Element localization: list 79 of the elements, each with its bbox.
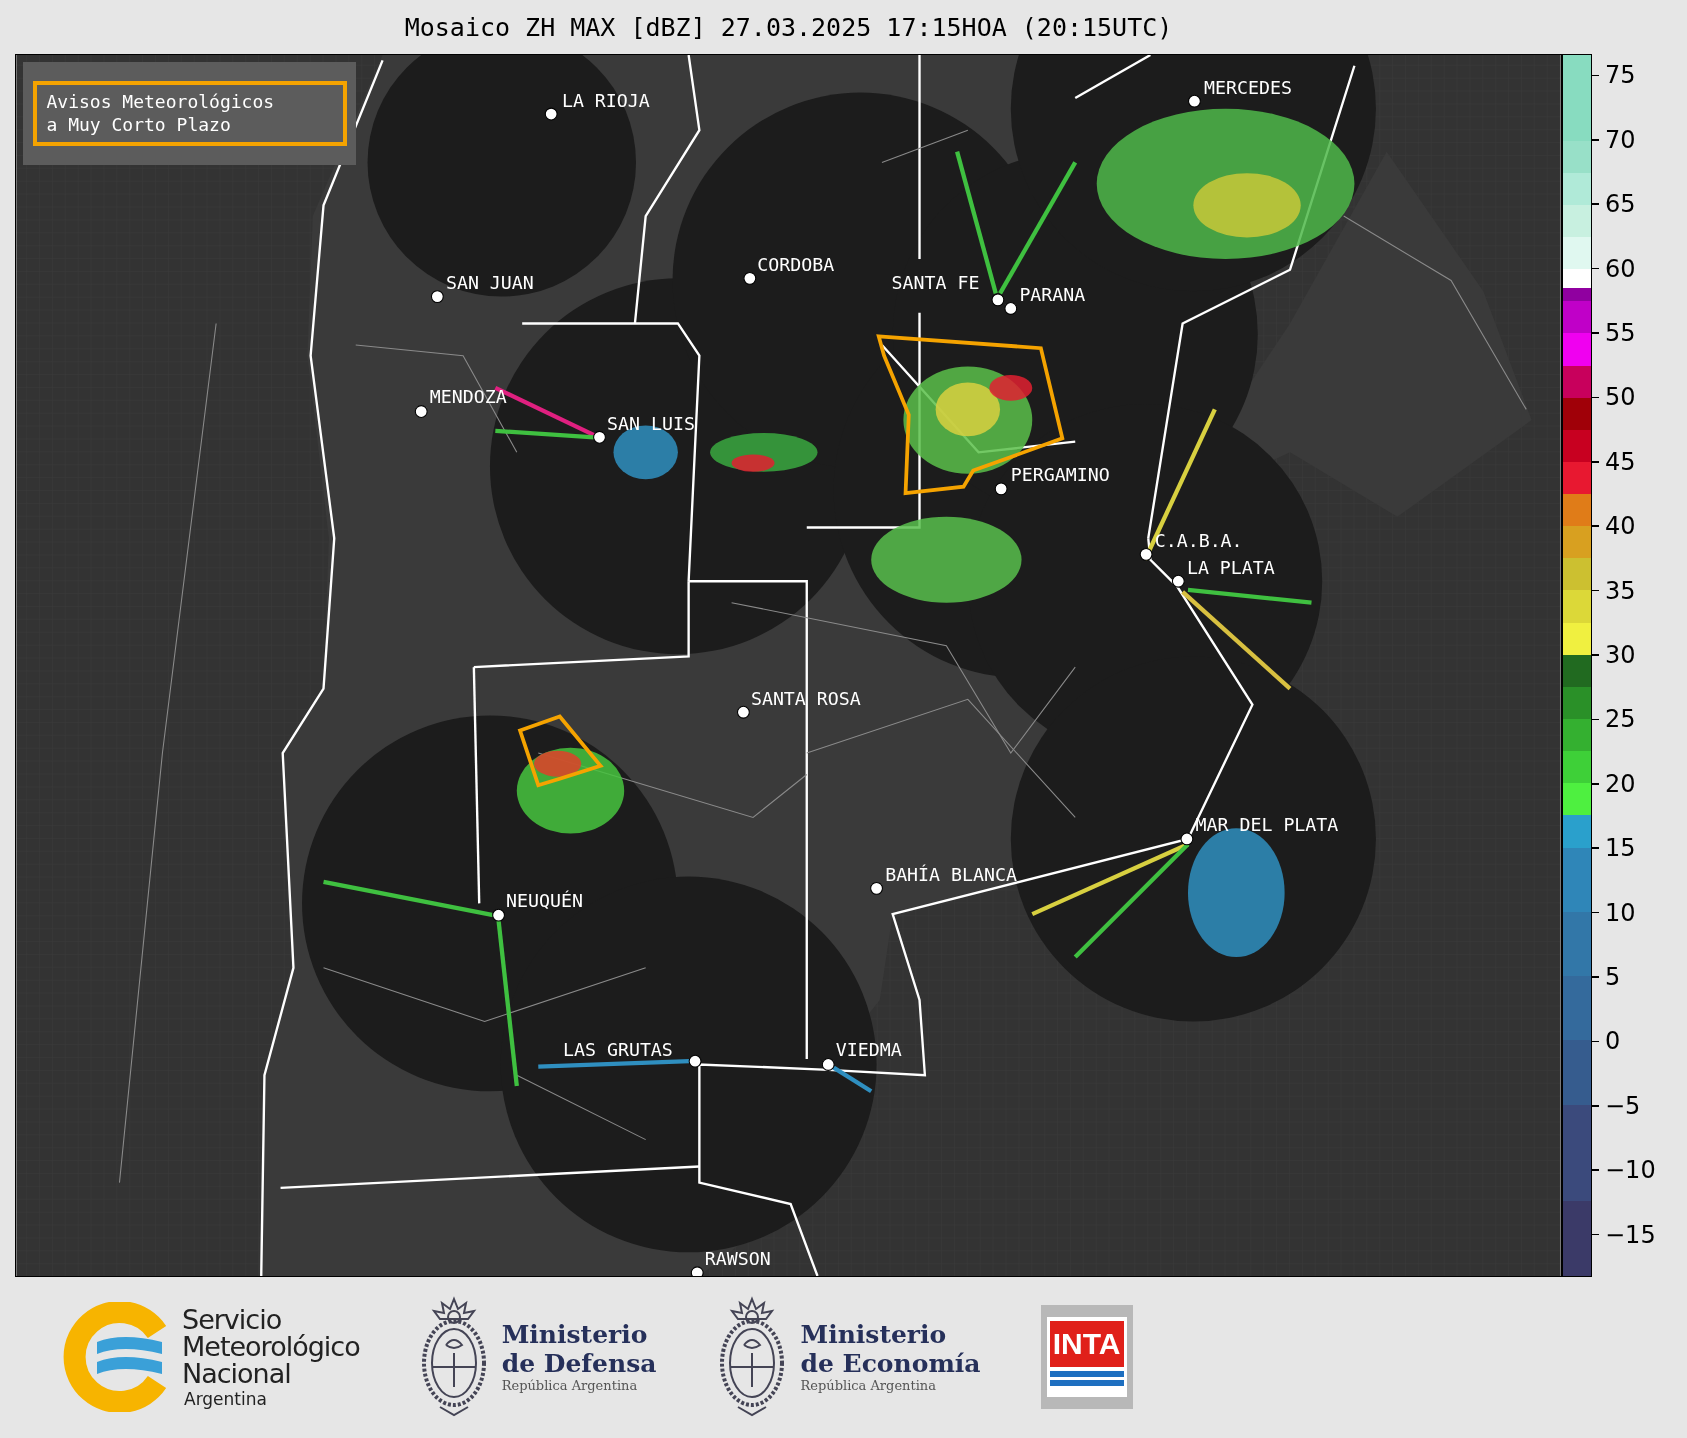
city-label: RAWSON xyxy=(704,1248,771,1270)
city-marker xyxy=(1188,94,1201,108)
scale-label: 75 xyxy=(1605,61,1636,90)
city-label: BAHÍA BLANCA xyxy=(885,863,1017,885)
scale-label: 20 xyxy=(1605,769,1636,798)
tick-mark xyxy=(1592,267,1599,270)
scale-label: 35 xyxy=(1605,576,1636,605)
tick-mark xyxy=(1592,911,1599,914)
scale-label: 15 xyxy=(1605,834,1636,863)
tick-mark xyxy=(1592,1040,1599,1043)
scale-label: 30 xyxy=(1605,641,1636,669)
city-label: MAR DEL PLATA xyxy=(1195,814,1339,836)
scale-label: 40 xyxy=(1605,512,1636,541)
city-label: SAN JUAN xyxy=(445,272,534,294)
city-label: SAN LUIS xyxy=(607,412,695,434)
city-marker xyxy=(492,908,505,922)
smn-name: Servicio Meteorológico Nacional Argentina xyxy=(182,1305,360,1409)
tick-mark xyxy=(1592,718,1599,721)
ministry-name: Ministerio de Defensa República Argentina xyxy=(501,1320,657,1394)
legend-text: Avisos Meteorológicos a Muy Corto Plazo xyxy=(32,81,347,146)
tick-mark xyxy=(1592,654,1599,656)
city-marker xyxy=(1139,547,1153,561)
city-label: VIEDMA xyxy=(835,1038,902,1060)
city-marker xyxy=(870,881,883,895)
scale-label: 10 xyxy=(1605,898,1636,927)
city-marker xyxy=(821,1058,835,1071)
scale-label: 0 xyxy=(1605,1027,1621,1056)
city-marker xyxy=(994,482,1008,496)
tick-mark xyxy=(1592,461,1599,463)
scale-label: −10 xyxy=(1605,1156,1656,1185)
tick-mark xyxy=(1592,783,1599,785)
tick-mark xyxy=(1592,74,1599,77)
city-label: LA PLATA xyxy=(1186,556,1275,578)
inta-logo: INTA xyxy=(1040,1305,1133,1409)
city-marker xyxy=(743,271,757,285)
radar-echo-streak xyxy=(832,1065,873,1094)
scale-label: 65 xyxy=(1605,190,1636,219)
tick-mark xyxy=(1592,1105,1599,1107)
tick-mark xyxy=(1592,976,1599,978)
tick-mark xyxy=(1592,139,1599,141)
tick-mark xyxy=(1592,1169,1599,1171)
scale-label: 25 xyxy=(1605,705,1636,734)
tick-mark xyxy=(1592,332,1599,334)
scale-label: 70 xyxy=(1605,125,1636,154)
city-label: SANTA ROSA xyxy=(750,687,861,709)
city-marker xyxy=(1004,302,1018,315)
scale-label: −15 xyxy=(1605,1220,1656,1249)
city-marker xyxy=(1171,574,1185,588)
city-label: SANTA FE xyxy=(891,272,980,294)
city-marker xyxy=(414,405,428,418)
city-marker xyxy=(593,430,606,444)
scale-label: 50 xyxy=(1605,383,1636,412)
tick-mark xyxy=(1592,203,1599,205)
city-label: C.A.B.A. xyxy=(1154,529,1243,551)
tick-mark xyxy=(1592,589,1599,592)
tick-mark xyxy=(1592,847,1599,849)
ministry-name: Ministerio de Economía República Argentina xyxy=(800,1320,981,1394)
city-label: PERGAMINO xyxy=(1010,464,1110,486)
city-label: NEUQUÉN xyxy=(506,889,583,911)
city-marker xyxy=(991,293,1005,307)
scale-label: −5 xyxy=(1605,1091,1641,1120)
tick-mark xyxy=(1592,525,1599,527)
scale-label: 55 xyxy=(1605,319,1636,347)
city-marker xyxy=(430,290,444,304)
city-label: CORDOBA xyxy=(757,253,835,275)
scale-label: 5 xyxy=(1605,963,1621,991)
city-marker xyxy=(688,1054,702,1068)
city-label: MENDOZA xyxy=(429,385,507,407)
city-label: MERCEDES xyxy=(1204,76,1292,98)
scale-label: 60 xyxy=(1605,254,1636,283)
map-title: Mosaico ZH MAX [dBZ] 27.03.2025 17:15HOA (20:15UTC) xyxy=(404,12,1173,42)
tick-mark xyxy=(1592,396,1599,399)
city-marker xyxy=(1180,832,1194,846)
city-label: LA RIOJA xyxy=(561,89,650,111)
scale-label: 45 xyxy=(1605,447,1636,476)
city-marker xyxy=(544,107,558,121)
tick-mark xyxy=(1592,1233,1599,1236)
city-marker xyxy=(736,705,750,719)
city-label: LAS GRUTAS xyxy=(563,1038,673,1060)
